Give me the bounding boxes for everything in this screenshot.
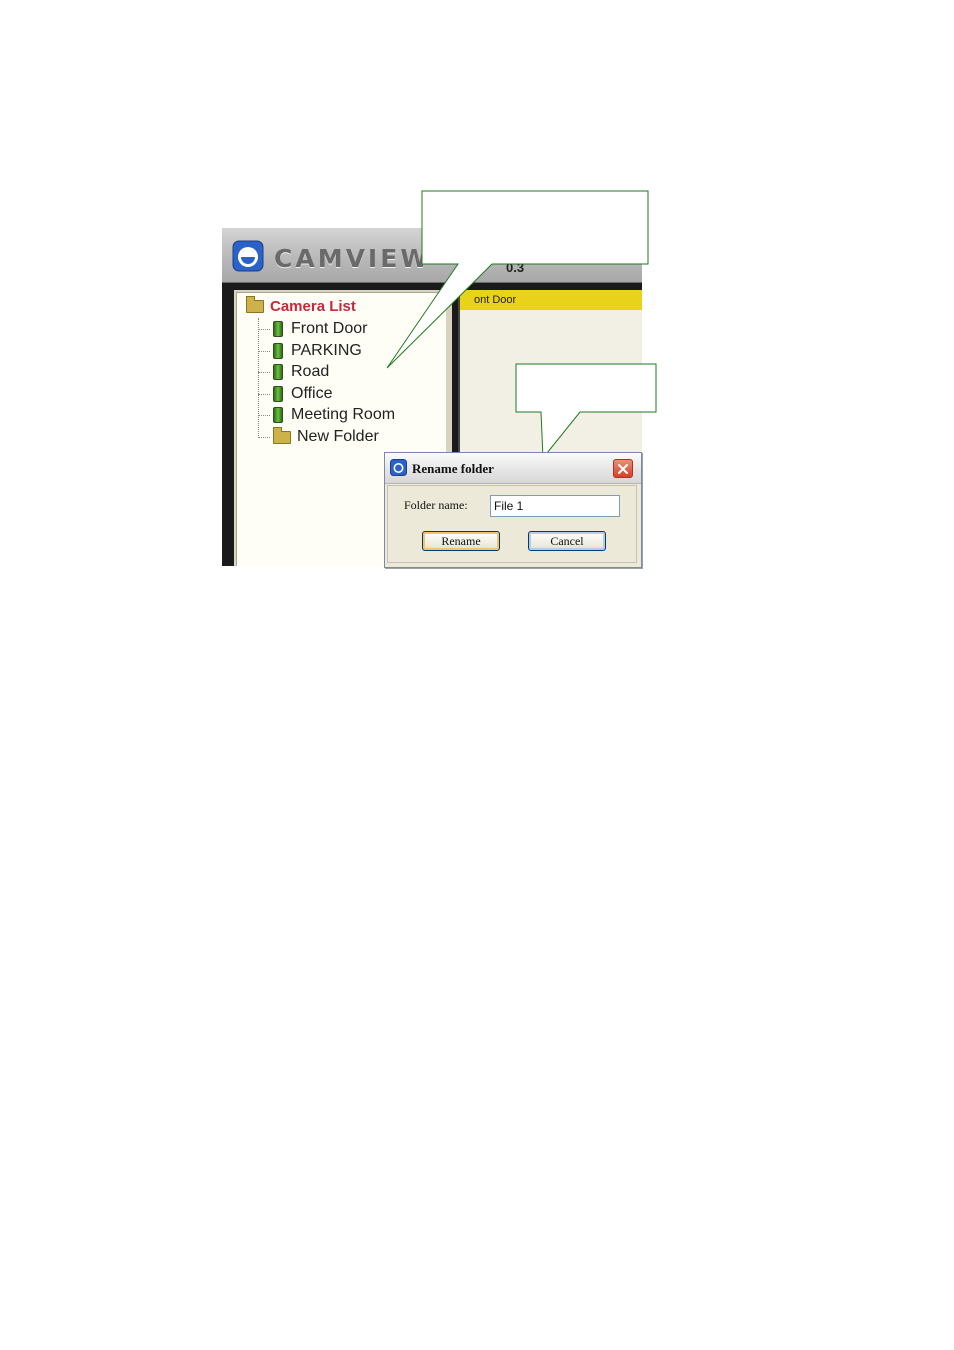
callout-annotations — [386, 190, 657, 460]
cancel-button[interactable]: Cancel — [528, 531, 606, 551]
dialog-titlebar[interactable]: Rename folder — [385, 453, 641, 484]
callout-dialog — [515, 363, 657, 460]
camview-logo-icon — [390, 459, 407, 476]
rename-button[interactable]: Rename — [422, 531, 500, 551]
rename-folder-dialog: Rename folder Folder name: Rename Cancel — [384, 452, 642, 568]
dialog-title: Rename folder — [412, 461, 494, 476]
folder-name-label: Folder name: — [404, 498, 468, 512]
callout-top — [386, 190, 649, 369]
folder-name-input[interactable] — [490, 495, 620, 517]
dialog-body: Folder name: Rename Cancel — [387, 485, 637, 563]
dialog-close-button[interactable] — [613, 459, 633, 478]
close-icon — [618, 463, 628, 474]
